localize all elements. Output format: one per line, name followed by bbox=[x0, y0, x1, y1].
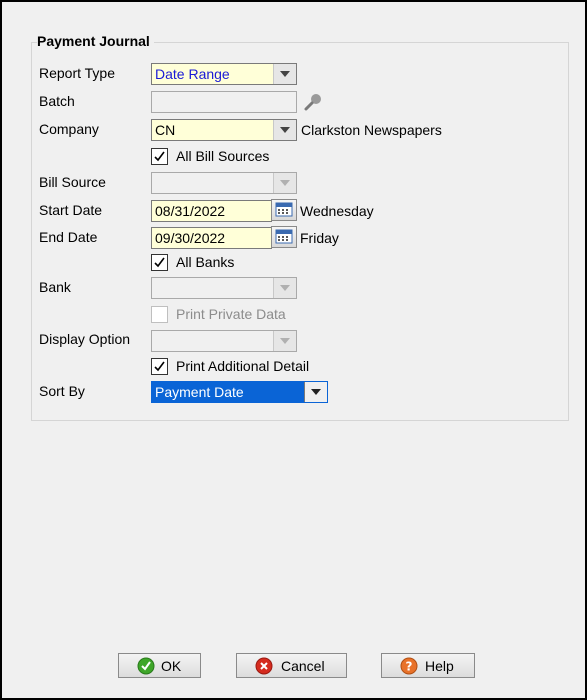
bank-select[interactable] bbox=[151, 277, 297, 299]
end-day: Friday bbox=[300, 230, 339, 246]
svg-text:?: ? bbox=[406, 660, 413, 674]
sort-by-value: Payment Date bbox=[155, 384, 244, 400]
cancel-icon bbox=[255, 657, 273, 678]
calendar-icon[interactable] bbox=[271, 199, 297, 221]
check-icon bbox=[137, 657, 155, 678]
bank-label: Bank bbox=[39, 279, 71, 295]
start-date-value: 08/31/2022 bbox=[155, 203, 226, 219]
display-option-label: Display Option bbox=[39, 331, 131, 347]
ok-button[interactable]: OK bbox=[118, 653, 201, 678]
help-button[interactable]: ? Help bbox=[381, 653, 475, 678]
bill-source-label: Bill Source bbox=[39, 174, 106, 190]
chevron-down-icon[interactable] bbox=[304, 382, 327, 402]
end-date-label: End Date bbox=[39, 229, 98, 245]
help-icon: ? bbox=[400, 657, 418, 678]
display-option-select[interactable] bbox=[151, 330, 297, 352]
company-value: CN bbox=[155, 122, 176, 138]
help-label: Help bbox=[425, 658, 454, 674]
checkbox-box[interactable] bbox=[151, 148, 168, 165]
cancel-label: Cancel bbox=[281, 658, 325, 674]
start-date-input[interactable]: 08/31/2022 bbox=[151, 200, 272, 222]
cancel-button[interactable]: Cancel bbox=[236, 653, 347, 678]
chevron-down-icon[interactable] bbox=[273, 64, 296, 84]
all-bill-sources-label: All Bill Sources bbox=[176, 148, 270, 164]
report-type-select[interactable]: Date Range bbox=[151, 63, 297, 85]
ok-label: OK bbox=[161, 658, 182, 674]
end-date-input[interactable]: 09/30/2022 bbox=[151, 227, 272, 249]
bill-source-select[interactable] bbox=[151, 172, 297, 194]
company-name: Clarkston Newspapers bbox=[301, 122, 442, 138]
report-type-value: Date Range bbox=[155, 66, 230, 82]
group-title: Payment Journal bbox=[37, 33, 154, 49]
end-date-value: 09/30/2022 bbox=[155, 230, 226, 246]
print-private-data-label: Print Private Data bbox=[176, 306, 286, 322]
sort-by-select[interactable]: Payment Date bbox=[151, 381, 328, 403]
batch-label: Batch bbox=[39, 93, 75, 109]
chevron-down-icon[interactable] bbox=[273, 120, 296, 140]
batch-input[interactable] bbox=[151, 91, 297, 113]
checkbox-box[interactable] bbox=[151, 254, 168, 271]
start-date-label: Start Date bbox=[39, 202, 103, 218]
all-banks-label: All Banks bbox=[176, 254, 235, 270]
company-select[interactable]: CN bbox=[151, 119, 297, 141]
sort-by-label: Sort By bbox=[39, 383, 85, 399]
calendar-icon[interactable] bbox=[271, 226, 297, 248]
chevron-down-icon[interactable] bbox=[273, 331, 296, 351]
checkbox-box[interactable] bbox=[151, 306, 168, 323]
chevron-down-icon[interactable] bbox=[273, 278, 296, 298]
search-icon[interactable] bbox=[303, 92, 323, 112]
print-additional-detail-label: Print Additional Detail bbox=[176, 358, 310, 374]
company-label: Company bbox=[39, 121, 99, 137]
report-type-label: Report Type bbox=[39, 65, 116, 81]
chevron-down-icon[interactable] bbox=[273, 173, 296, 193]
start-day: Wednesday bbox=[300, 203, 374, 219]
checkbox-box[interactable] bbox=[151, 358, 168, 375]
